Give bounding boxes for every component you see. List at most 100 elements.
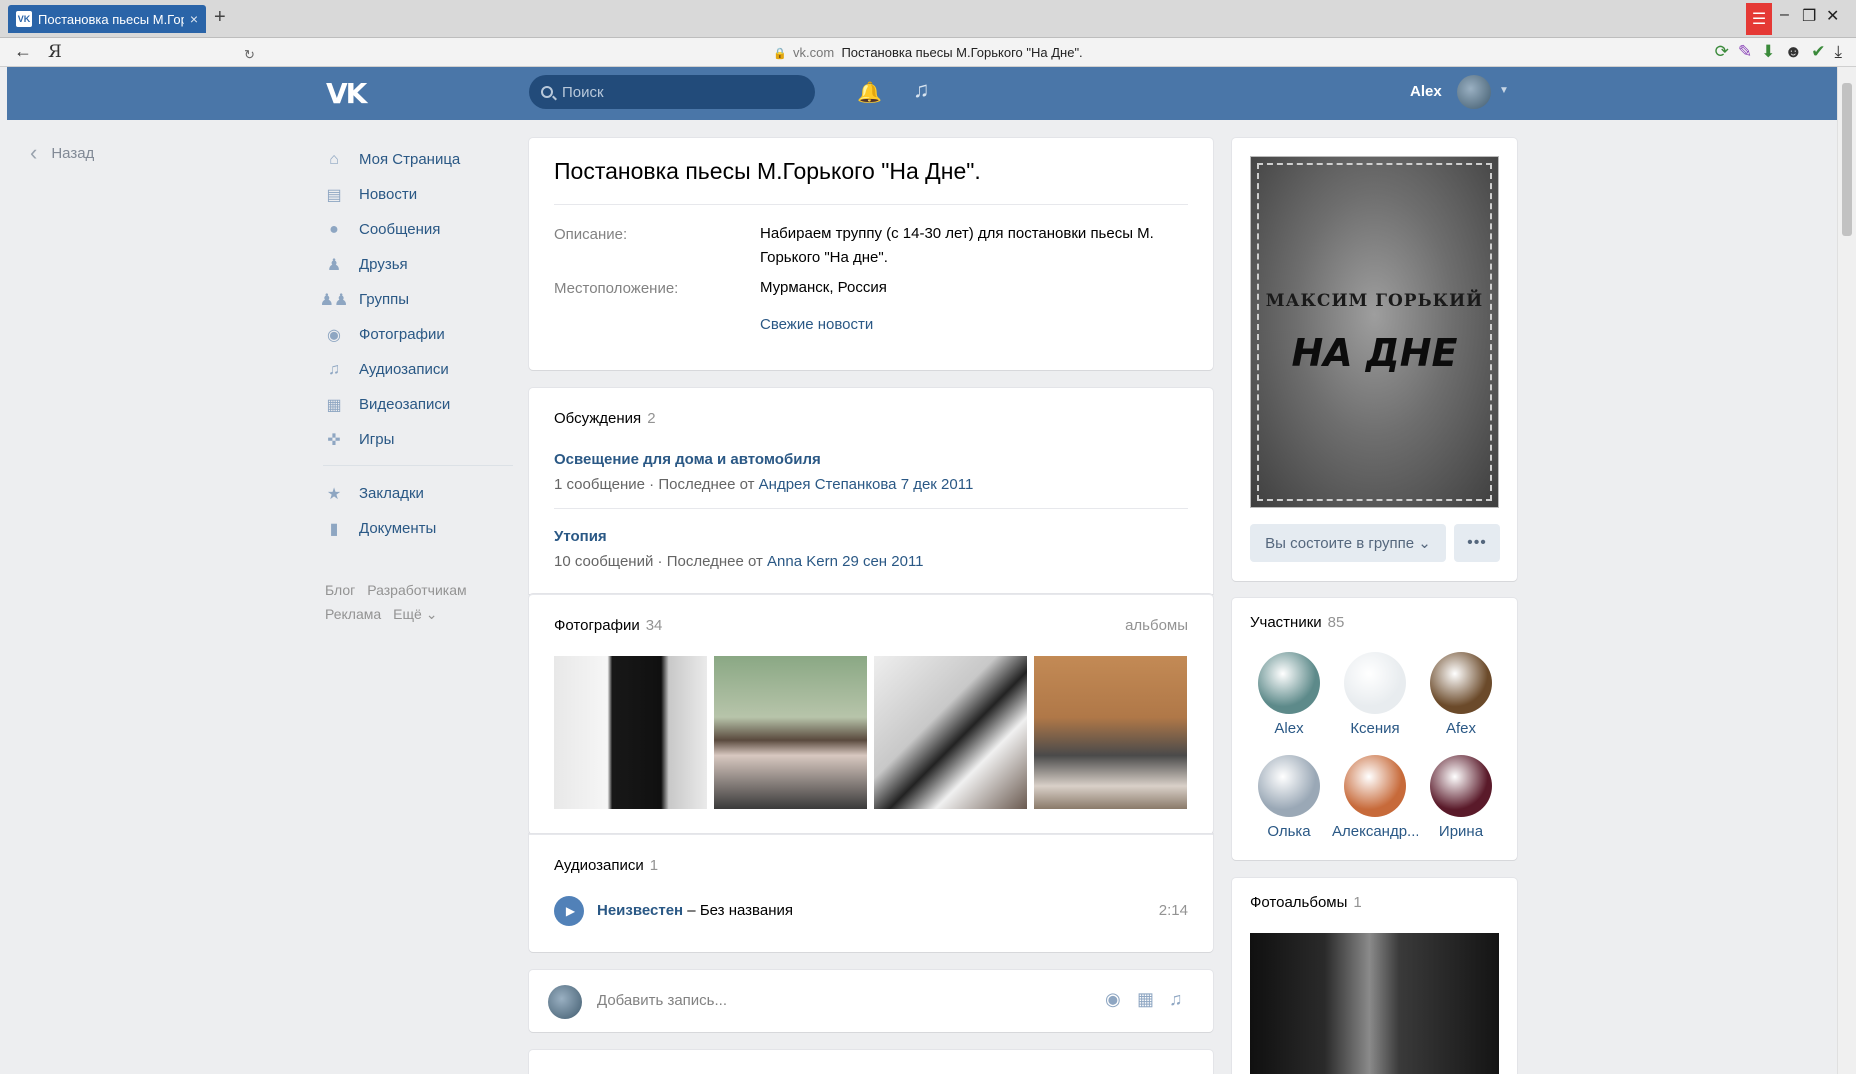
- extension-pen-icon[interactable]: ✎: [1738, 42, 1752, 62]
- page-scrollbar[interactable]: [1837, 67, 1856, 1074]
- albums-count: 1: [1353, 894, 1362, 911]
- camera-icon[interactable]: ◉: [1105, 989, 1121, 1010]
- restore-icon[interactable]: ❐: [1802, 6, 1816, 26]
- track-separator: –: [687, 902, 696, 919]
- footer-link-more[interactable]: Ещё ⌄: [393, 606, 437, 622]
- albums-header[interactable]: Фотоальбомы 1: [1250, 894, 1362, 911]
- sidebar-item-bookmarks[interactable]: ★ Закладки: [323, 476, 513, 511]
- members-title: Участники: [1250, 614, 1322, 631]
- address-bar: ← Я ↻ 🔒 vk.com Постановка пьесы М.Горьког…: [0, 38, 1856, 67]
- group-info-block: Постановка пьесы М.Горького "На Дне". Оп…: [529, 138, 1213, 370]
- avatar: [1258, 652, 1320, 714]
- topic-title[interactable]: Освещение для дома и автомобиля: [554, 451, 821, 468]
- music-note-icon[interactable]: ♫: [1169, 989, 1183, 1010]
- wall-block: [529, 1050, 1213, 1074]
- lock-icon: 🔒: [773, 48, 788, 60]
- topic-date-link[interactable]: 29 сен 2011: [842, 553, 923, 570]
- albums-link[interactable]: альбомы: [1125, 617, 1188, 634]
- sidebar-item-messages[interactable]: ● Сообщения: [323, 212, 513, 247]
- tab-close-icon[interactable]: ×: [190, 11, 198, 27]
- membership-button[interactable]: Вы состоите в группе ⌄: [1250, 524, 1446, 562]
- photo-albums-block: Фотоальбомы 1: [1232, 878, 1517, 1074]
- location-label: Местоположение:: [554, 280, 679, 297]
- members-header[interactable]: Участники 85: [1250, 614, 1344, 631]
- close-window-icon[interactable]: ✕: [1826, 6, 1839, 26]
- browser-menu-icon[interactable]: ☰: [1746, 3, 1772, 35]
- sidebar-item-friends[interactable]: ♟ Друзья: [323, 247, 513, 282]
- camera-icon: ◉: [327, 326, 341, 344]
- fresh-news-link[interactable]: Свежие новости: [760, 316, 873, 333]
- discussions-count: 2: [647, 410, 656, 427]
- member-item[interactable]: Ирина: [1418, 755, 1504, 840]
- url-field[interactable]: ↻ 🔒 vk.com Постановка пьесы М.Горького "Н…: [236, 41, 1620, 64]
- yandex-logo[interactable]: Я: [48, 42, 62, 62]
- topic-author-link[interactable]: Андрея Степанкова: [759, 476, 897, 493]
- sidebar-item-label: Документы: [359, 520, 437, 537]
- sidebar-item-photos[interactable]: ◉ Фотографии: [323, 317, 513, 352]
- albums-title: Фотоальбомы: [1250, 894, 1348, 911]
- photo-thumbnail[interactable]: [874, 656, 1027, 809]
- footer-link-blog[interactable]: Блог: [325, 582, 355, 598]
- browser-back-icon[interactable]: ←: [14, 41, 32, 62]
- footer-link-ads[interactable]: Реклама: [325, 606, 381, 622]
- group-cover-image[interactable]: МАКСИМ ГОРЬКИЙ НА ДНЕ: [1250, 156, 1499, 508]
- audio-header[interactable]: Аудиозаписи 1: [554, 857, 658, 874]
- chevron-down-icon[interactable]: ▼: [1499, 85, 1509, 96]
- avatar: [1344, 652, 1406, 714]
- member-item[interactable]: Александр...: [1332, 755, 1418, 840]
- member-item[interactable]: Alex: [1246, 652, 1332, 737]
- post-input[interactable]: Добавить запись...: [597, 992, 727, 1009]
- minimize-icon[interactable]: –: [1780, 6, 1789, 24]
- play-button[interactable]: ▶: [554, 896, 584, 926]
- photo-thumbnail[interactable]: [714, 656, 867, 809]
- extension-check-icon[interactable]: ✔: [1811, 42, 1825, 62]
- member-item[interactable]: Ксения: [1332, 652, 1418, 737]
- topic-title[interactable]: Утопия: [554, 528, 607, 545]
- extension-refresh-icon[interactable]: ⟳: [1715, 42, 1729, 62]
- footer-link-developers[interactable]: Разработчикам: [367, 582, 466, 598]
- new-tab-button[interactable]: +: [214, 6, 226, 29]
- sidebar-item-video[interactable]: ▦ Видеозаписи: [323, 387, 513, 422]
- discussions-title: Обсуждения: [554, 410, 642, 427]
- bell-icon[interactable]: 🔔: [857, 80, 882, 105]
- sidebar-item-documents[interactable]: ▮ Документы: [323, 511, 513, 546]
- sidebar-item-groups[interactable]: ♟♟ Группы: [320, 282, 513, 317]
- music-note-icon[interactable]: ♫: [913, 77, 930, 103]
- topic-date-link[interactable]: 7 дек 2011: [901, 476, 974, 493]
- photo-thumbnail[interactable]: [554, 656, 707, 809]
- track-artist[interactable]: Неизвестен: [597, 902, 683, 919]
- play-icon: ▶: [565, 904, 576, 918]
- member-item[interactable]: Олька: [1246, 755, 1332, 840]
- members-block: Участники 85 Alex Ксения Afex Олька Алекс…: [1232, 598, 1517, 860]
- extension-icons: ⟳ ✎ ⬇ ☻ ✔ ⤓: [1715, 42, 1842, 62]
- scrollbar-thumb[interactable]: [1842, 83, 1852, 236]
- member-item[interactable]: Afex: [1418, 652, 1504, 737]
- audio-count: 1: [649, 857, 659, 874]
- sidebar-item-label: Фотографии: [359, 326, 445, 343]
- photo-thumbnail[interactable]: [1034, 656, 1187, 809]
- location-value[interactable]: Мурманск, Россия: [760, 276, 1190, 300]
- sidebar-item-games[interactable]: ✜ Игры: [323, 422, 513, 457]
- sidebar-item-news[interactable]: ▤ Новости: [323, 177, 513, 212]
- downloads-icon[interactable]: ⤓: [1834, 42, 1842, 62]
- sidebar-item-my-page[interactable]: ⌂ Моя Страница: [323, 142, 513, 177]
- extension-mask-icon[interactable]: ☻: [1784, 42, 1802, 62]
- discussions-header[interactable]: Обсуждения 2: [554, 410, 656, 427]
- topic-last-prefix: Последнее от: [666, 553, 763, 570]
- extension-download-arrow-icon[interactable]: ⬇: [1761, 42, 1775, 62]
- user-name[interactable]: Alex: [1410, 83, 1442, 100]
- member-name: Alex: [1274, 720, 1304, 737]
- search-input[interactable]: Поиск: [529, 75, 815, 109]
- more-actions-button[interactable]: •••: [1454, 524, 1500, 562]
- member-name: Олька: [1267, 823, 1311, 840]
- browser-tab[interactable]: VK Постановка пьесы М.Горького ×: [8, 5, 206, 33]
- vk-logo[interactable]: VK: [326, 77, 367, 110]
- topic-author-link[interactable]: Anna Kern: [767, 553, 838, 570]
- album-cover[interactable]: [1250, 933, 1499, 1074]
- topic-meta: 1 сообщение · Последнее от Андрея Степан…: [554, 476, 974, 493]
- back-link[interactable]: ‹ Назад: [30, 140, 94, 166]
- film-icon[interactable]: ▦: [1137, 989, 1154, 1010]
- sidebar-item-audio[interactable]: ♫ Аудиозаписи: [323, 352, 513, 387]
- photos-header[interactable]: Фотографии 34: [554, 617, 662, 634]
- avatar[interactable]: [1457, 75, 1491, 109]
